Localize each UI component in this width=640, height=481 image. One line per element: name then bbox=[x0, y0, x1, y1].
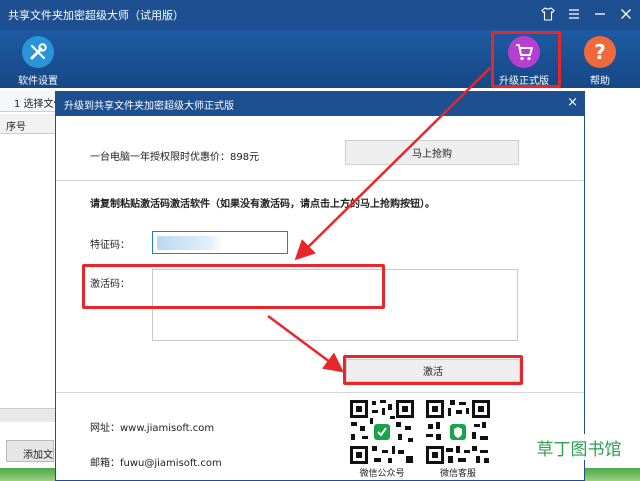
dialog-close-icon[interactable]: × bbox=[567, 96, 578, 110]
email-text: 邮箱：fuwu@jiamisoft.com bbox=[90, 458, 222, 469]
window-controls bbox=[540, 6, 634, 22]
window-titlebar: 共享文件夹加密超级大师（试用版） bbox=[0, 0, 640, 30]
instruction-text: 请复制粘贴激活码激活软件（如果没有激活码，请点击上方的马上抢购按钮）。 bbox=[90, 199, 435, 210]
wechat-service-qr-code bbox=[424, 398, 492, 466]
qr-official-label: 微信公众号 bbox=[359, 469, 405, 479]
list-right-region bbox=[584, 112, 640, 408]
add-files-label: 添加文件 bbox=[23, 450, 53, 461]
watermark-text: 草丁图书馆 bbox=[520, 434, 638, 460]
column-header-index: 序号 bbox=[0, 114, 56, 134]
settings-button[interactable]: 软件设置 bbox=[8, 36, 68, 87]
tab-label: 1 选择文件 bbox=[14, 99, 56, 110]
activate-highlight-box bbox=[343, 355, 523, 385]
tools-icon bbox=[22, 36, 54, 68]
activation-highlight-box bbox=[82, 264, 385, 309]
settings-label: 软件设置 bbox=[18, 76, 58, 87]
horizontal-scrollbar[interactable] bbox=[0, 408, 56, 422]
column-index-label: 序号 bbox=[6, 122, 26, 133]
buy-now-button[interactable]: 马上抢购 bbox=[345, 140, 519, 165]
feature-code-label: 特征码： bbox=[90, 240, 130, 251]
wechat-official-qr-code bbox=[348, 398, 416, 466]
divider bbox=[56, 392, 584, 393]
feature-code-field[interactable] bbox=[152, 231, 288, 254]
buy-now-label: 马上抢购 bbox=[412, 149, 452, 160]
dialog-titlebar: 升级到共享文件夹加密超级大师正式版 × bbox=[56, 92, 584, 116]
upgrade-dialog: 升级到共享文件夹加密超级大师正式版 × 一台电脑一年授权限时优惠价：898元 马… bbox=[55, 91, 585, 481]
help-label: 帮助 bbox=[590, 76, 610, 87]
divider bbox=[56, 180, 584, 181]
window-title: 共享文件夹加密超级大师（试用版） bbox=[8, 9, 184, 22]
close-icon[interactable] bbox=[618, 6, 634, 22]
add-files-button[interactable]: 添加文件 bbox=[6, 440, 54, 462]
upgrade-highlight-box bbox=[491, 31, 561, 88]
tab-select-files[interactable]: 1 选择文件 bbox=[0, 90, 56, 112]
price-text: 一台电脑一年授权限时优惠价：898元 bbox=[90, 152, 260, 163]
help-icon: ? bbox=[584, 36, 616, 68]
minimize-icon[interactable] bbox=[592, 6, 608, 22]
menu-icon[interactable] bbox=[566, 6, 582, 22]
feature-code-value-redacted bbox=[157, 236, 223, 250]
qr-service-label: 微信客服 bbox=[439, 469, 476, 479]
help-button[interactable]: ? 帮助 bbox=[570, 36, 630, 87]
dialog-title: 升级到共享文件夹加密超级大师正式版 bbox=[64, 100, 234, 112]
website-text: 网址：www.jiamisoft.com bbox=[90, 423, 215, 434]
shirt-icon[interactable] bbox=[540, 6, 556, 22]
